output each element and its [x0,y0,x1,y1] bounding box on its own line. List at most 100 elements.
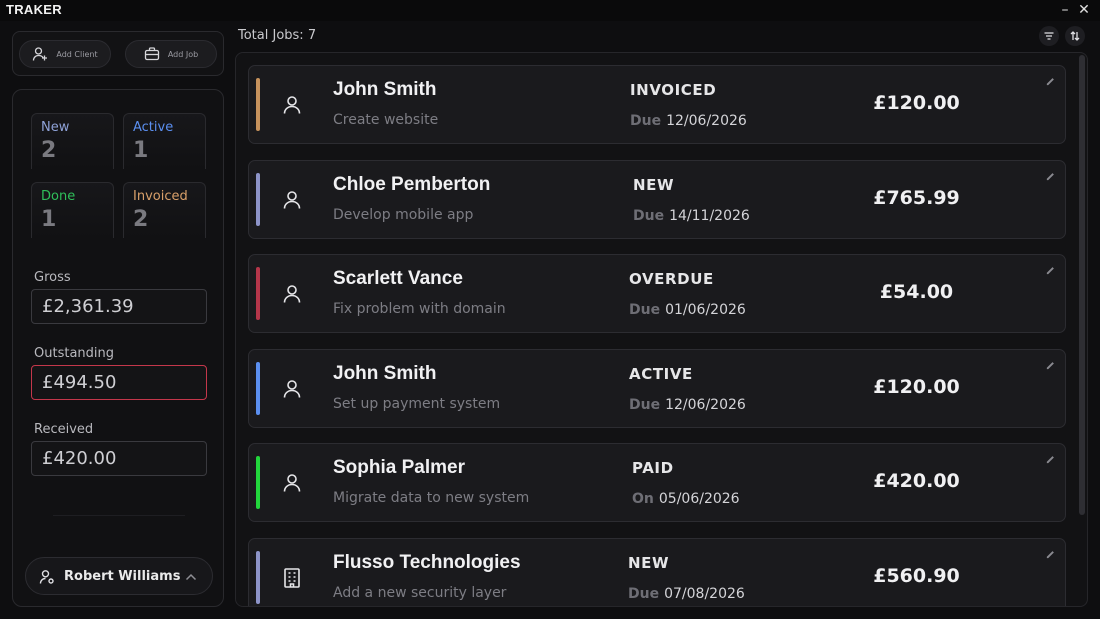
stat-active[interactable]: Active 1 [123,113,206,169]
total-jobs-value: 7 [307,28,317,43]
stat-active-label: Active [133,120,174,135]
app-title: TRAKER [6,2,62,17]
job-amount: £765.99 [873,186,960,209]
job-status: INVOICED [630,81,717,99]
job-status: OVERDUE [629,270,714,288]
edit-icon[interactable] [1045,454,1056,465]
stat-done[interactable]: Done 1 [31,182,114,238]
job-row[interactable]: John Smith Create website INVOICED Due 12/06… [248,65,1066,144]
job-description: Add a new security layer [333,584,507,601]
status-accent-bar [256,78,260,131]
job-client: Flusso Technologies [333,551,521,573]
user-name: Robert Williams [64,569,181,584]
job-date-label: Due [630,113,662,129]
edit-icon[interactable] [1045,265,1056,276]
job-date-value: 07/08/2026 [664,585,745,602]
status-accent-bar [256,456,260,509]
minimize-button[interactable]: – [1056,1,1074,19]
person-icon [283,96,301,114]
job-row[interactable]: Chloe Pemberton Develop mobile app NEW Due 1… [248,159,1066,239]
sort-button[interactable] [1065,26,1085,46]
job-amount: £560.90 [873,564,960,587]
job-date-value: 12/06/2026 [665,396,746,413]
job-status: PAID [632,459,674,477]
close-button[interactable]: ✕ [1075,1,1093,19]
person-icon [283,379,301,398]
job-client: John Smith [333,362,437,384]
status-accent-bar [256,550,260,604]
job-client: Scarlett Vance [333,268,463,289]
person-icon [283,190,301,209]
stat-invoiced-value: 2 [133,207,149,232]
user-menu[interactable]: Robert Williams [25,557,213,595]
job-row[interactable]: Sophia Palmer Migrate data to new system P… [248,443,1066,522]
job-date-value: 12/06/2026 [666,113,747,129]
received-value: £420.00 [42,448,117,469]
job-list: John Smith Create website INVOICED Due 12/06… [235,52,1088,607]
job-date-value: 01/06/2026 [665,302,746,318]
job-row[interactable]: John Smith Set up payment system ACTIVE Due… [248,348,1066,428]
add-client-button[interactable]: Add Client [19,40,111,68]
gross-value: £2,361.39 [42,296,134,317]
filter-button[interactable] [1039,26,1059,46]
received-label: Received [34,422,94,437]
total-jobs-label: Total Jobs: [238,28,304,43]
scrollbar[interactable] [1079,55,1085,515]
job-date-label: Due [628,585,660,602]
person-icon [283,285,301,303]
job-description: Develop mobile app [333,206,474,223]
add-user-icon [33,47,48,61]
status-accent-bar [256,361,260,415]
edit-icon[interactable] [1045,360,1056,371]
outstanding-field: £494.50 [31,365,207,400]
sort-icon [1070,31,1080,41]
stat-new-label: New [41,120,70,135]
filter-icon [1044,32,1054,40]
stat-new[interactable]: New 2 [31,113,114,169]
received-field: £420.00 [31,441,207,476]
outstanding-label: Outstanding [34,346,114,361]
stat-invoiced[interactable]: Invoiced 2 [123,182,206,238]
quick-actions: Add Client Add Job [12,31,224,76]
stat-new-value: 2 [41,138,57,163]
job-client: John Smith [333,79,437,100]
job-date: Due 01/06/2026 [629,302,746,318]
stat-invoiced-label: Invoiced [133,189,188,204]
job-amount: £54.00 [879,281,954,303]
job-description: Create website [333,112,439,128]
title-bar: TRAKER – ✕ [0,0,1100,21]
edit-icon[interactable] [1045,549,1056,560]
job-row[interactable]: Flusso Technologies Add a new security la… [248,537,1066,606]
gross-label: Gross [34,270,71,285]
job-date-label: Due [629,302,661,318]
job-date: Due 12/06/2026 [629,397,746,413]
stat-active-value: 1 [133,138,149,163]
job-client: Chloe Pemberton [333,173,491,195]
job-row[interactable]: Scarlett Vance Fix problem with domain OVE… [248,254,1066,333]
status-accent-bar [256,267,260,320]
job-date: Due 07/08/2026 [628,586,745,602]
job-status: ACTIVE [629,364,693,383]
job-amount: £120.00 [873,375,960,398]
job-date-value: 05/06/2026 [658,491,740,507]
status-accent-bar [256,172,260,226]
job-description: Set up payment system [333,395,501,412]
job-date: Due 12/06/2026 [630,113,747,129]
total-jobs: Total Jobs: 7 [238,28,316,43]
job-date: Due 14/11/2026 [633,208,750,224]
job-description: Fix problem with domain [333,301,506,317]
user-settings-icon [39,570,54,584]
job-amount: £420.00 [873,470,960,492]
job-description: Migrate data to new system [333,490,530,506]
job-date-label: On [632,491,654,507]
edit-icon[interactable] [1045,76,1056,87]
job-client: Sophia Palmer [333,457,465,478]
briefcase-icon [144,47,159,61]
edit-icon[interactable] [1045,171,1056,182]
job-amount: £120.00 [873,92,960,114]
outstanding-value: £494.50 [42,372,117,393]
divider [53,515,185,516]
stat-done-value: 1 [41,207,57,232]
add-client-label: Add Client [56,49,98,59]
add-job-button[interactable]: Add Job [125,40,217,68]
